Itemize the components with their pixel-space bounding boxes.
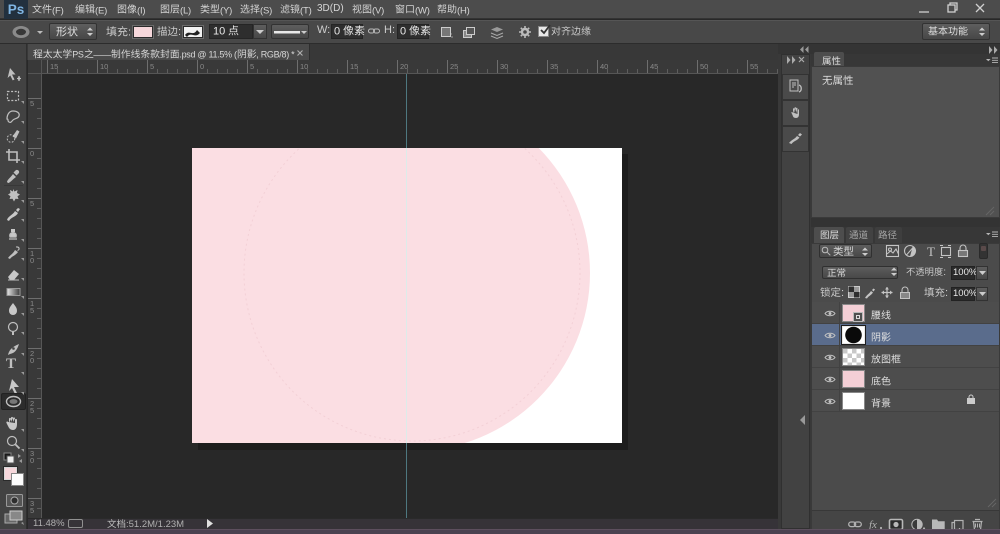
svg-text:20: 20 <box>400 62 408 71</box>
svg-text:55: 55 <box>750 62 758 71</box>
svg-text:45: 45 <box>650 62 658 71</box>
svg-text:50: 50 <box>700 62 708 71</box>
svg-text:5: 5 <box>150 62 154 71</box>
svg-text:30: 30 <box>500 62 508 71</box>
svg-text:25: 25 <box>450 62 458 71</box>
svg-text:0: 0 <box>30 456 34 465</box>
svg-text:5: 5 <box>30 306 34 315</box>
svg-text:5: 5 <box>30 99 34 108</box>
svg-text:0: 0 <box>200 62 204 71</box>
svg-text:0: 0 <box>30 256 34 265</box>
svg-text:5: 5 <box>30 506 34 515</box>
svg-text:5: 5 <box>250 62 254 71</box>
svg-text:5: 5 <box>30 406 34 415</box>
svg-text:0: 0 <box>30 356 34 365</box>
svg-text:0: 0 <box>30 149 34 158</box>
svg-text:10: 10 <box>100 62 108 71</box>
svg-text:5: 5 <box>30 199 34 208</box>
svg-text:T: T <box>927 244 935 259</box>
svg-text:10: 10 <box>300 62 308 71</box>
svg-text:40: 40 <box>600 62 608 71</box>
svg-text:15: 15 <box>50 62 58 71</box>
svg-text:15: 15 <box>350 62 358 71</box>
svg-text:35: 35 <box>550 62 558 71</box>
